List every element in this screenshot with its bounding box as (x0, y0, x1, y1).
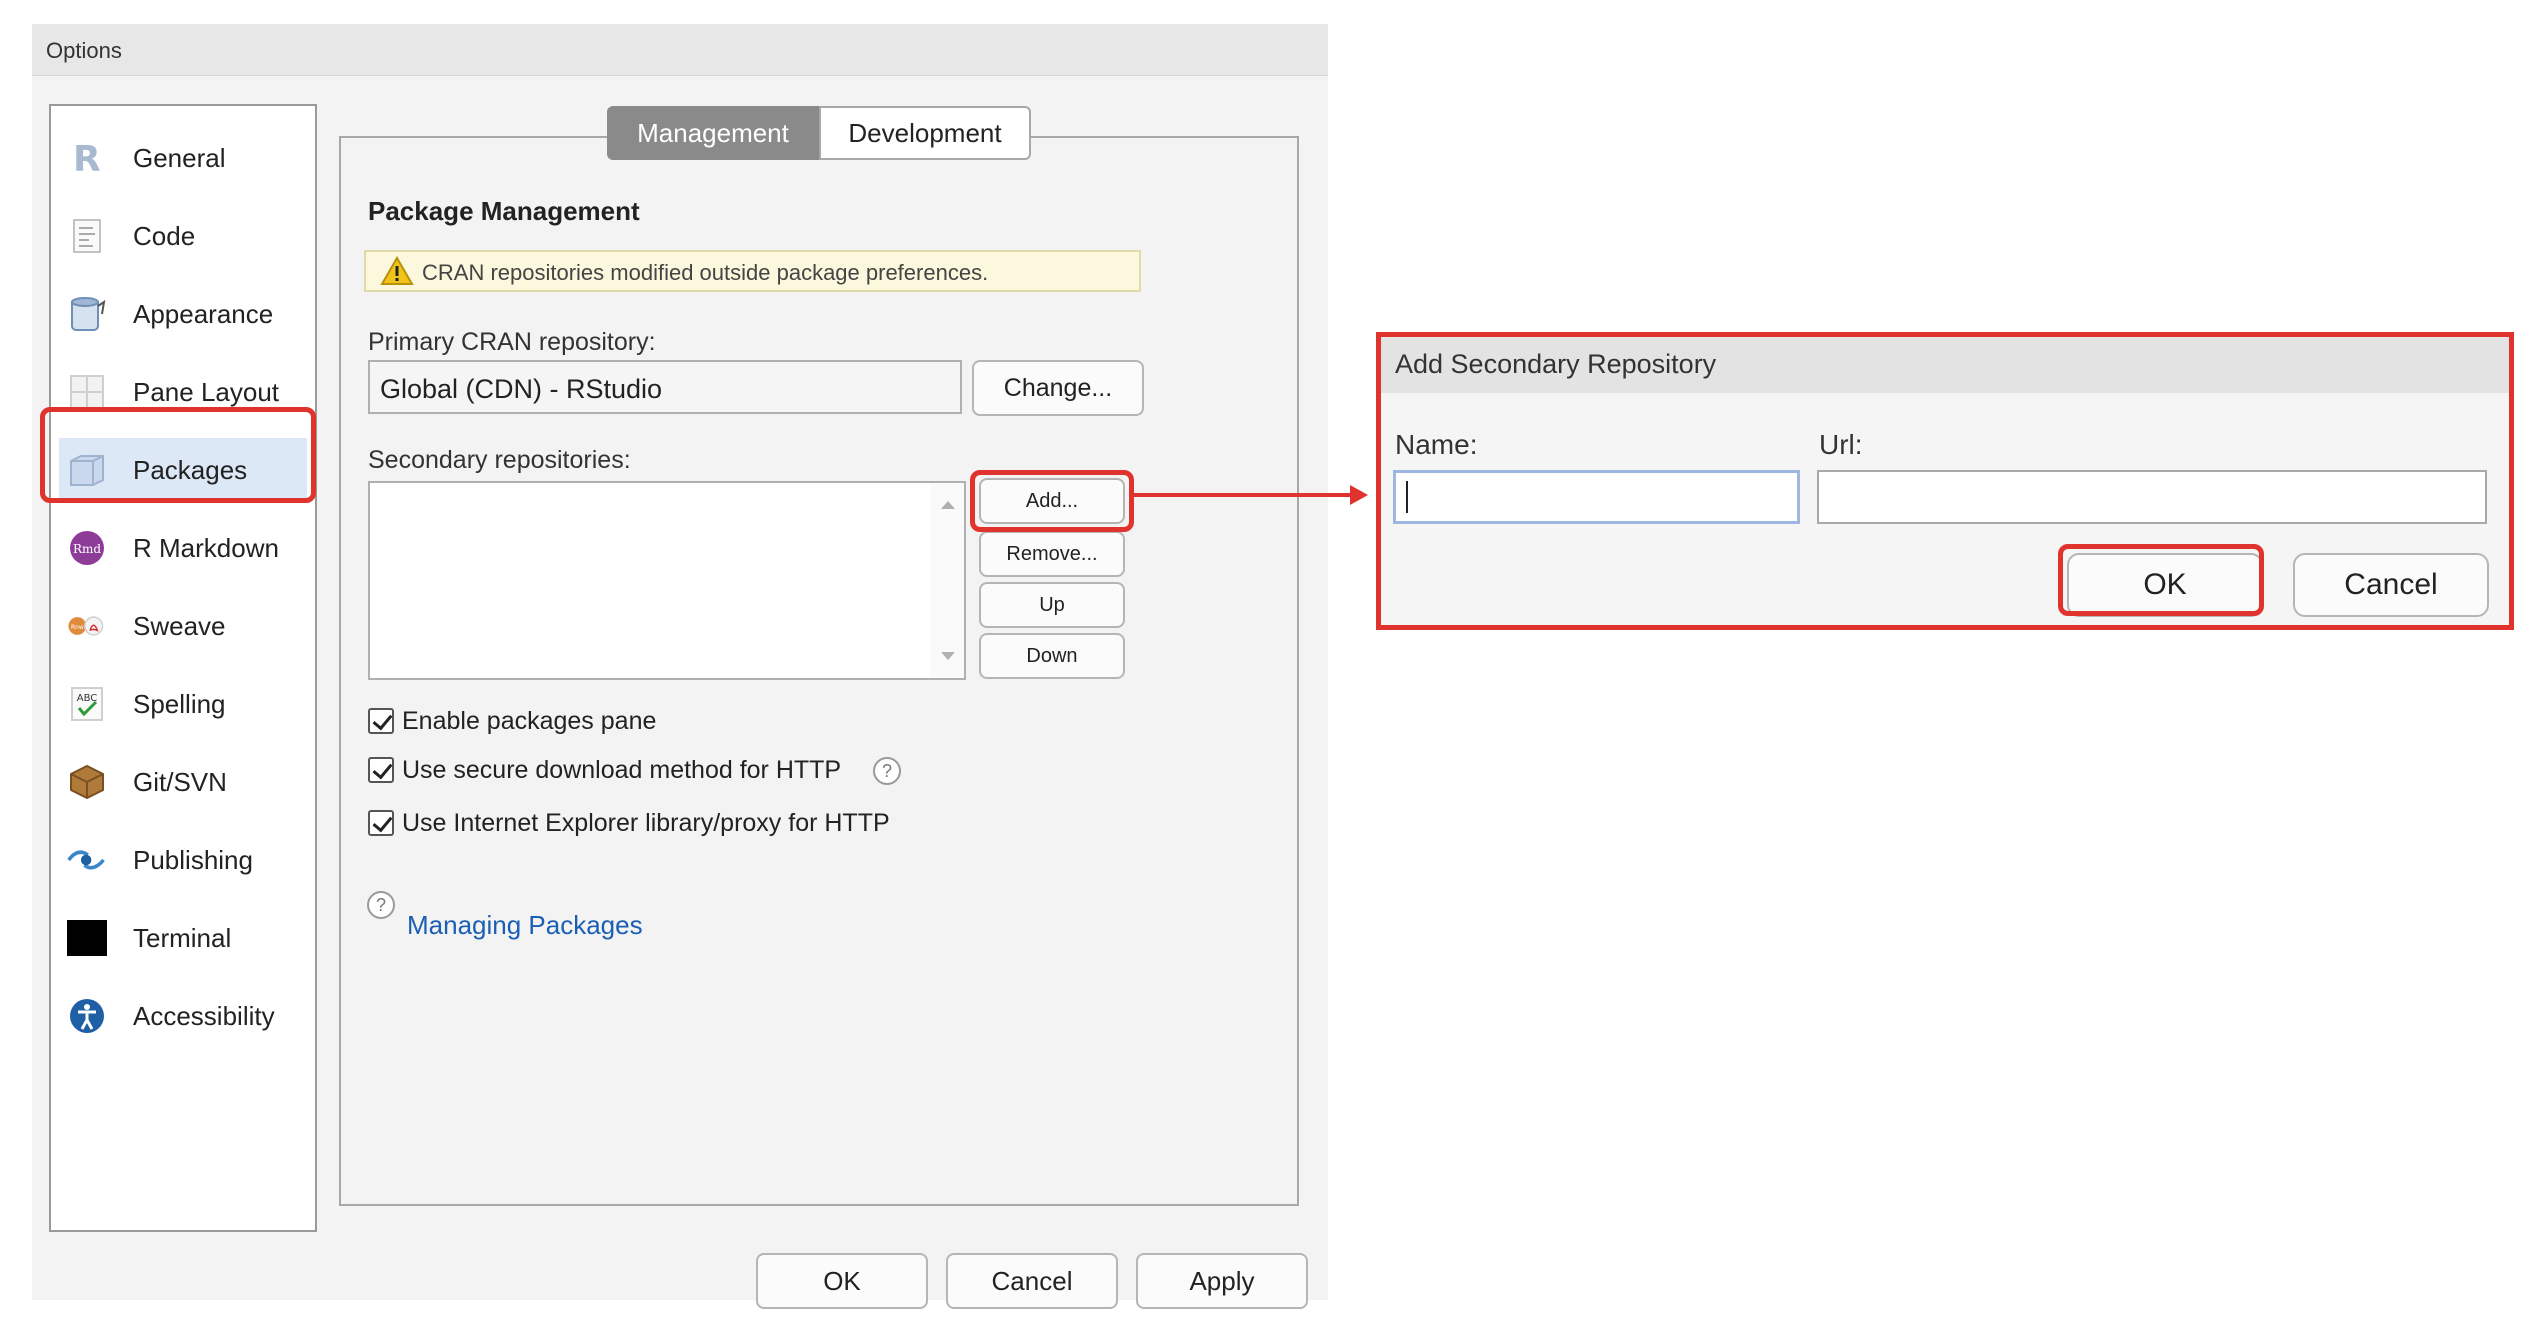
svg-text:Rmd: Rmd (73, 542, 101, 556)
primary-cran-value: Global (CDN) - RStudio (380, 374, 663, 404)
checkbox-label: Enable packages pane (402, 707, 657, 735)
sweave-pdf-icon: Rnw (67, 608, 107, 644)
sidebar-item-label: Publishing (133, 845, 253, 875)
help-icon: ? (367, 891, 395, 919)
sidebar-item-publishing[interactable]: Publishing (59, 828, 307, 892)
up-button[interactable]: Up (979, 582, 1125, 628)
r-logo-icon: R (67, 140, 107, 176)
sidebar-item-label: Sweave (133, 611, 226, 641)
git-box-icon (67, 764, 107, 800)
sidebar-item-label: Packages (133, 455, 248, 485)
connector-arrow-line (1129, 493, 1353, 497)
dialog-cancel-button[interactable]: Cancel (2293, 553, 2489, 617)
options-window: Options R General Code Appearance Pane L (32, 24, 1328, 1309)
sidebar-item-label: General (133, 143, 226, 173)
text-caret (1406, 481, 1408, 513)
add-secondary-repository-dialog: Add Secondary Repository Name: Url: OK C… (1376, 332, 2514, 630)
section-title: Package Management (368, 196, 640, 226)
url-label: Url: (1819, 429, 1863, 460)
managing-packages-link[interactable]: Managing Packages (407, 910, 643, 941)
sidebar-item-label: Appearance (133, 299, 274, 329)
primary-cran-field: Global (CDN) - RStudio (368, 360, 962, 414)
sidebar-item-spelling[interactable]: ABC Spelling (59, 672, 307, 736)
secondary-repos-list[interactable] (368, 481, 966, 680)
appearance-paint-icon (67, 296, 107, 332)
sidebar-item-r-markdown[interactable]: Rmd R Markdown (59, 516, 307, 580)
terminal-icon (67, 920, 107, 956)
scroll-up-icon[interactable] (941, 501, 955, 509)
sidebar-item-label: Spelling (133, 689, 226, 719)
sidebar-item-label: Pane Layout (133, 377, 280, 407)
code-document-icon (67, 218, 107, 254)
rmd-icon: Rmd (67, 530, 107, 566)
warning-banner: CRAN repositories modified outside packa… (364, 250, 1141, 292)
list-scrollbar[interactable] (930, 483, 964, 678)
options-sidebar: R General Code Appearance Pane Layout Pa… (49, 104, 317, 1232)
sidebar-item-code[interactable]: Code (59, 204, 307, 268)
warning-icon (380, 255, 414, 291)
dialog-title: Add Secondary Repository (1395, 349, 1717, 379)
primary-cran-label: Primary CRAN repository: (368, 328, 656, 356)
sidebar-item-appearance[interactable]: Appearance (59, 282, 307, 346)
ok-button[interactable]: OK (756, 1253, 928, 1309)
options-title: Options (46, 38, 122, 63)
connector-arrow-head (1350, 485, 1368, 505)
dialog-title-bar: Add Secondary Repository (1381, 337, 2509, 393)
checkbox-label: Use secure download method for HTTP (402, 756, 842, 784)
secondary-repos-label: Secondary repositories: (368, 446, 631, 474)
packages-icon (67, 452, 107, 488)
sidebar-item-accessibility[interactable]: Accessibility (59, 984, 307, 1048)
name-input[interactable] (1393, 470, 1800, 524)
sidebar-item-label: Git/SVN (133, 767, 227, 797)
svg-text:Rnw: Rnw (71, 625, 84, 631)
ie-proxy-checkbox[interactable] (368, 810, 394, 836)
change-button[interactable]: Change... (972, 360, 1144, 416)
sidebar-item-packages[interactable]: Packages (59, 438, 307, 502)
help-icon[interactable]: ? (873, 757, 901, 785)
sidebar-item-git-svn[interactable]: Git/SVN (59, 750, 307, 814)
sidebar-item-general[interactable]: R General (59, 126, 307, 190)
apply-button[interactable]: Apply (1136, 1253, 1308, 1309)
url-input[interactable] (1817, 470, 2487, 524)
pane-layout-icon (67, 374, 107, 410)
cancel-button[interactable]: Cancel (946, 1253, 1118, 1309)
dialog-ok-button[interactable]: OK (2067, 553, 2263, 617)
tab-development[interactable]: Development (819, 106, 1031, 160)
down-button[interactable]: Down (979, 633, 1125, 679)
sidebar-item-label: Terminal (133, 923, 232, 953)
options-title-bar: Options (32, 24, 1328, 76)
name-label: Name: (1395, 429, 1478, 460)
scroll-down-icon[interactable] (941, 652, 955, 660)
enable-packages-pane-checkbox[interactable] (368, 708, 394, 734)
sidebar-item-label: Accessibility (133, 1001, 275, 1031)
sidebar-item-label: R Markdown (133, 533, 279, 563)
publishing-icon (67, 842, 107, 878)
svg-text:R: R (73, 140, 101, 176)
spelling-abc-icon: ABC (67, 686, 107, 722)
sidebar-item-terminal[interactable]: Terminal (59, 906, 307, 970)
add-button[interactable]: Add... (979, 478, 1125, 524)
checkbox-label: Use Internet Explorer library/proxy for … (402, 809, 890, 837)
tab-management[interactable]: Management (607, 106, 819, 160)
sidebar-item-pane-layout[interactable]: Pane Layout (59, 360, 307, 424)
sidebar-item-label: Code (133, 221, 196, 251)
secure-download-checkbox[interactable] (368, 757, 394, 783)
accessibility-icon (67, 998, 107, 1034)
remove-button[interactable]: Remove... (979, 531, 1125, 577)
sidebar-item-sweave[interactable]: Rnw Sweave (59, 594, 307, 658)
warning-text: CRAN repositories modified outside packa… (422, 260, 989, 285)
